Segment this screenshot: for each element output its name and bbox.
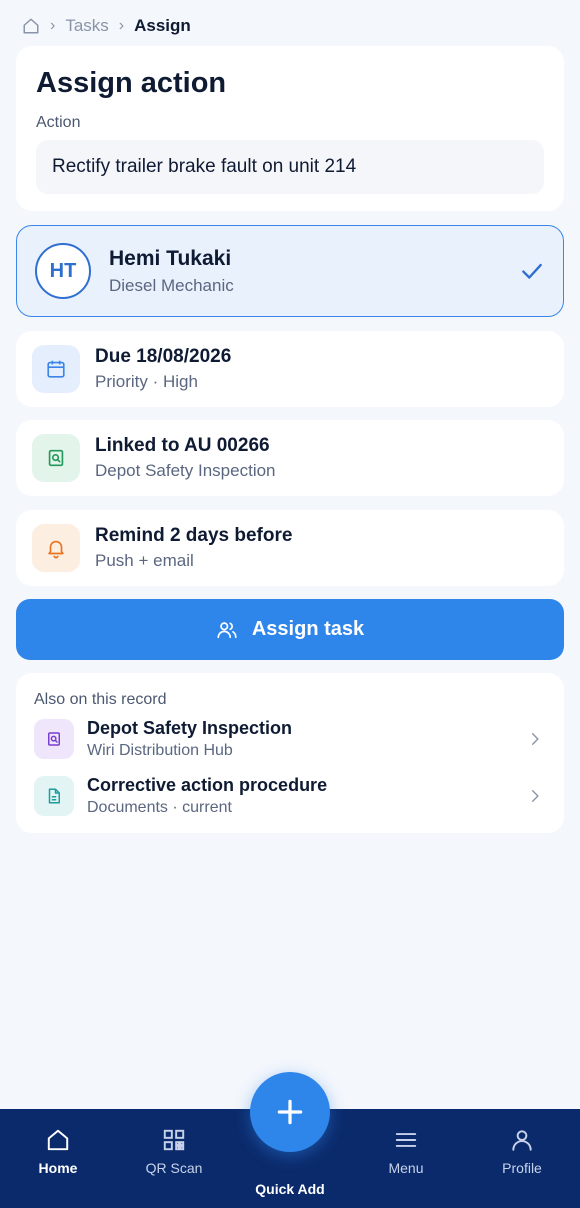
breadcrumb-separator-icon: › — [118, 17, 125, 34]
assignee-role: Diesel Mechanic — [109, 275, 234, 295]
due-date-card[interactable]: Due 18/08/2026 Priority · High — [16, 331, 564, 407]
linked-audit-title: Linked to AU 00266 — [95, 435, 270, 456]
avatar: HT — [35, 243, 91, 299]
chevron-right-icon — [531, 789, 539, 802]
check-icon — [522, 263, 542, 279]
action-field[interactable]: Rectify trailer brake fault on unit 214 — [36, 140, 544, 194]
reminder-card[interactable]: Remind 2 days before Push + email — [16, 510, 564, 586]
home-icon[interactable] — [22, 17, 40, 35]
linked-audit-subtitle: Depot Safety Inspection — [95, 461, 276, 480]
user-icon — [512, 1130, 532, 1151]
due-date-title: Due 18/08/2026 — [95, 346, 232, 367]
plus-icon — [277, 1099, 303, 1125]
nav-menu-label: Menu — [388, 1160, 424, 1176]
assign-action-card: Assign action Action Rectify trailer bra… — [16, 46, 564, 211]
nav-qr-scan[interactable]: QR Scan — [124, 1127, 224, 1176]
page-title: Assign action — [36, 67, 227, 99]
linked-audit-card[interactable]: Linked to AU 00266 Depot Safety Inspecti… — [16, 420, 564, 496]
breadcrumb-tasks-link[interactable]: Tasks — [65, 16, 108, 36]
list-item[interactable]: Corrective action procedure Documents · … — [34, 768, 546, 823]
list-item-title: Depot Safety Inspection — [87, 717, 293, 738]
chevron-right-icon — [531, 732, 539, 745]
breadcrumb-separator-icon: › — [50, 17, 56, 34]
related-records-heading: Also on this record — [34, 691, 167, 708]
quick-add-button[interactable] — [250, 1072, 330, 1152]
calendar-icon — [32, 345, 80, 393]
list-item[interactable]: Depot Safety Inspection Wiri Distributio… — [34, 711, 546, 766]
list-item-subtitle: Documents · current — [87, 798, 232, 816]
assignee-name: Hemi Tukaki — [109, 246, 232, 270]
qr-code-icon — [163, 1129, 185, 1151]
document-icon — [34, 775, 74, 816]
quick-add-label: Quick Add — [255, 1181, 325, 1197]
bell-icon — [32, 524, 80, 572]
list-item-subtitle: Wiri Distribution Hub — [87, 741, 233, 759]
list-item-title: Corrective action procedure — [87, 774, 328, 795]
action-field-label: Action — [36, 114, 81, 131]
due-date-subtitle: Priority · High — [95, 372, 198, 391]
menu-icon — [395, 1133, 417, 1147]
reminder-subtitle: Push + email — [95, 551, 194, 570]
breadcrumb: › Tasks › Assign — [22, 14, 191, 38]
nav-home-label: Home — [38, 1160, 78, 1176]
inspection-icon — [32, 434, 80, 482]
users-icon — [217, 621, 237, 638]
inspection-icon — [34, 718, 74, 759]
nav-qr-scan-label: QR Scan — [145, 1160, 203, 1176]
assign-task-button[interactable]: Assign task — [16, 599, 564, 660]
home-icon — [47, 1129, 69, 1151]
nav-profile-label: Profile — [502, 1160, 542, 1176]
assignee-card[interactable]: HT Hemi Tukaki Diesel Mechanic — [16, 225, 564, 317]
nav-menu[interactable]: Menu — [356, 1127, 456, 1176]
related-records-card: Also on this record Depot Safety Inspect… — [16, 673, 564, 833]
nav-home[interactable]: Home — [8, 1127, 108, 1176]
assign-task-label: Assign task — [251, 618, 365, 640]
breadcrumb-current: Assign — [134, 16, 191, 35]
reminder-title: Remind 2 days before — [95, 525, 293, 546]
nav-profile[interactable]: Profile — [472, 1127, 572, 1176]
